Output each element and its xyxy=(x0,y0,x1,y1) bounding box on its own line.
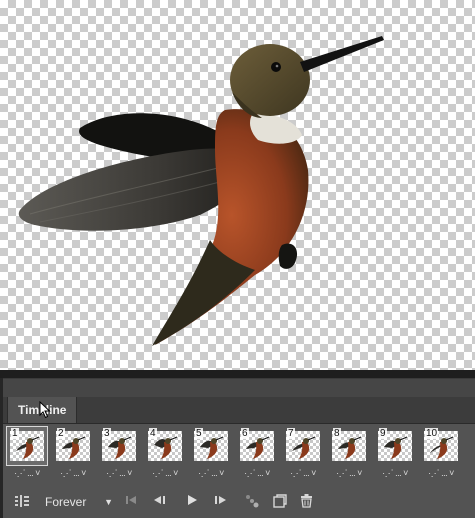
delete-frame-icon[interactable] xyxy=(300,494,313,512)
animation-frame[interactable]: 8 ·⋰ ... ˅ xyxy=(329,427,369,481)
frame-delay-select[interactable]: ·⋰ ... ˅ xyxy=(191,467,231,479)
frame-number: 4 xyxy=(149,428,157,439)
frame-number: 1 xyxy=(11,428,19,439)
frame-thumbnail-container[interactable]: 1 xyxy=(6,426,48,466)
previous-frame-icon[interactable] xyxy=(153,494,167,510)
animation-frame[interactable]: 2 ·⋰ ... ˅ xyxy=(53,427,93,481)
frame-thumbnail-container[interactable]: 10 xyxy=(421,427,461,465)
frame-delay-value: ·⋰ ... xyxy=(336,468,356,478)
canvas[interactable] xyxy=(0,0,475,370)
frame-thumbnail-container[interactable]: 4 xyxy=(145,427,185,465)
frame-number: 7 xyxy=(287,428,295,439)
frame-delay-select[interactable]: ·⋰ ... ˅ xyxy=(99,467,139,479)
chevron-down-icon: ˅ xyxy=(401,468,408,478)
mouse-cursor-icon xyxy=(39,401,51,419)
loop-options-select[interactable]: Forever ▼ xyxy=(45,493,117,511)
chevron-down-icon: ˅ xyxy=(33,468,40,478)
chevron-down-icon: ˅ xyxy=(447,468,454,478)
frame-number: 5 xyxy=(195,428,203,439)
chevron-down-icon: ˅ xyxy=(263,468,270,478)
frame-delay-select[interactable]: ·⋰ ... ˅ xyxy=(53,467,93,479)
frame-thumbnail-container[interactable]: 7 xyxy=(283,427,323,465)
frame-delay-value: ·⋰ ... xyxy=(428,468,448,478)
animation-frame[interactable]: 1 ·⋰ ... ˅ xyxy=(6,426,48,481)
frame-thumbnail-container[interactable]: 9 xyxy=(375,427,415,465)
frame-delay-select[interactable]: ·⋰ ... ˅ xyxy=(329,467,369,479)
frame-delay-select[interactable]: ·⋰ ... ˅ xyxy=(7,467,47,479)
timeline-panel: Timeline 1 ·⋰ ... ˅ 2 ·⋰ ... ˅ 3 ·⋰ ... ˅ 4 ·⋰ … xyxy=(3,378,475,518)
chevron-down-icon: ▼ xyxy=(104,497,113,507)
frame-delay-select[interactable]: ·⋰ ... ˅ xyxy=(283,467,323,479)
frame-thumbnail-container[interactable]: 6 xyxy=(237,427,277,465)
animation-frame[interactable]: 5 ·⋰ ... ˅ xyxy=(191,427,231,481)
frame-delay-value: ·⋰ ... xyxy=(244,468,264,478)
first-frame-icon[interactable] xyxy=(125,494,137,510)
frame-delay-select[interactable]: ·⋰ ... ˅ xyxy=(145,467,185,479)
animation-frame[interactable]: 10 ·⋰ ... ˅ xyxy=(421,427,461,481)
frame-number: 10 xyxy=(425,428,439,439)
hummingbird-image xyxy=(18,36,384,346)
frame-number: 9 xyxy=(379,428,387,439)
frame-thumbnail-container[interactable]: 5 xyxy=(191,427,231,465)
chevron-down-icon: ˅ xyxy=(125,468,132,478)
animation-frame[interactable]: 9 ·⋰ ... ˅ xyxy=(375,427,415,481)
chevron-down-icon: ˅ xyxy=(79,468,86,478)
frame-delay-select[interactable]: ·⋰ ... ˅ xyxy=(237,467,277,479)
panel-header-bar[interactable] xyxy=(3,379,475,397)
frame-thumbnail-container[interactable]: 3 xyxy=(99,427,139,465)
timeline-toolbar: Forever ▼ xyxy=(3,487,475,517)
duplicate-frame-icon[interactable] xyxy=(273,494,287,512)
animation-frame[interactable]: 6 ·⋰ ... ˅ xyxy=(237,427,277,481)
frame-delay-select[interactable]: ·⋰ ... ˅ xyxy=(421,467,461,479)
chevron-down-icon: ˅ xyxy=(171,468,178,478)
convert-timeline-icon[interactable] xyxy=(15,494,29,512)
frame-thumbnail-container[interactable]: 8 xyxy=(329,427,369,465)
loop-options-value: Forever xyxy=(45,495,87,509)
tab-bar: Timeline xyxy=(3,397,475,424)
animation-frame[interactable]: 4 ·⋰ ... ˅ xyxy=(145,427,185,481)
frame-thumbnail-container[interactable]: 2 xyxy=(53,427,93,465)
chevron-down-icon: ˅ xyxy=(309,468,316,478)
frame-delay-value: ·⋰ ... xyxy=(14,468,34,478)
frame-delay-value: ·⋰ ... xyxy=(106,468,126,478)
frame-number: 3 xyxy=(103,428,111,439)
tween-icon[interactable] xyxy=(245,494,259,512)
chevron-down-icon: ˅ xyxy=(217,468,224,478)
chevron-down-icon: ˅ xyxy=(355,468,362,478)
frame-delay-value: ·⋰ ... xyxy=(382,468,402,478)
frame-number: 8 xyxy=(333,428,341,439)
frame-delay-value: ·⋰ ... xyxy=(60,468,80,478)
next-frame-icon[interactable] xyxy=(213,494,227,510)
play-icon[interactable] xyxy=(186,494,198,510)
panel-divider xyxy=(0,370,475,378)
animation-frame[interactable]: 3 ·⋰ ... ˅ xyxy=(99,427,139,481)
frame-delay-value: ·⋰ ... xyxy=(152,468,172,478)
frame-number: 6 xyxy=(241,428,249,439)
frame-delay-value: ·⋰ ... xyxy=(198,468,218,478)
frame-strip: 1 ·⋰ ... ˅ 2 ·⋰ ... ˅ 3 ·⋰ ... ˅ 4 ·⋰ ... ˅ 5 ·⋰ … xyxy=(6,426,473,483)
animation-frame[interactable]: 7 ·⋰ ... ˅ xyxy=(283,427,323,481)
frame-delay-value: ·⋰ ... xyxy=(290,468,310,478)
frame-delay-select[interactable]: ·⋰ ... ˅ xyxy=(375,467,415,479)
frame-number: 2 xyxy=(57,428,65,439)
